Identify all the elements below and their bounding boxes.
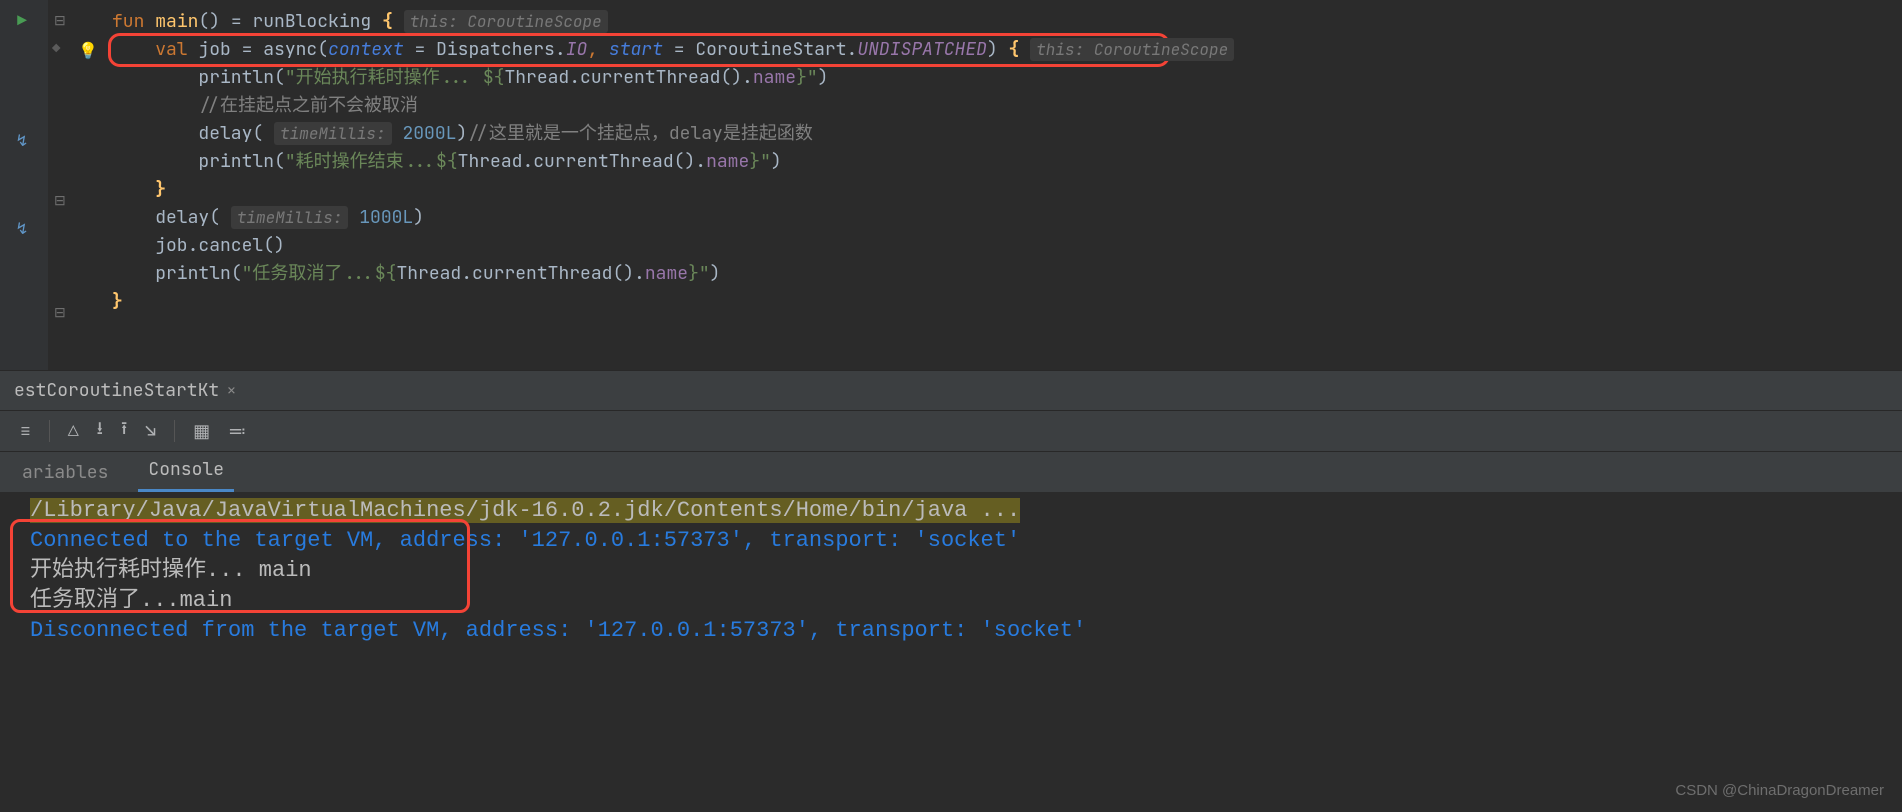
console-line-3: 开始执行耗时操作... main: [30, 556, 1894, 586]
console-subtabs: ariables Console: [0, 452, 1902, 492]
code-line-6: println("耗时操作结束...${Thread.currentThread…: [108, 148, 1902, 176]
console-line-5: Disconnected from the target VM, address…: [30, 616, 1894, 646]
suspend-gutter-icon-2[interactable]: ↯: [12, 218, 32, 239]
code-line-11: }: [108, 288, 1902, 316]
separator-2: [174, 420, 175, 442]
console-tab[interactable]: Console: [138, 450, 234, 492]
run-config-tab[interactable]: estCoroutineStartKt ✕: [4, 373, 246, 408]
code-line-8: delay( timeMillis: 1000L): [108, 204, 1902, 232]
bulb-icon[interactable]: 💡: [78, 40, 98, 61]
settings-icon[interactable]: ≕: [228, 420, 246, 443]
variables-tab[interactable]: ariables: [12, 453, 118, 492]
code-line-4: //在挂起点之前不会被取消: [108, 92, 1902, 120]
run-gutter-icon[interactable]: ▶: [12, 10, 32, 31]
code-line-10: println("任务取消了...${Thread.currentThread(…: [108, 260, 1902, 288]
code-line-5: delay( timeMillis: 2000L)//这里就是一个挂起点，del…: [108, 120, 1902, 148]
up-stack-icon[interactable]: △: [68, 420, 79, 443]
code-line-2: val job = async(context = Dispatchers.IO…: [108, 36, 1902, 64]
code-line-3: println("开始执行耗时操作... ${Thread.currentThr…: [108, 64, 1902, 92]
run-tab-bar: estCoroutineStartKt ✕: [0, 370, 1902, 410]
tab-label: estCoroutineStartKt: [14, 379, 219, 402]
editor: ▶ ↯ ↯ ⊟ ◆ 💡 ⊟ ⊟ fun main() = runBlocking…: [0, 0, 1902, 370]
code-line-1: fun main() = runBlocking { this: Corouti…: [108, 8, 1902, 36]
fold-close-icon[interactable]: ⊟: [54, 192, 66, 210]
hint-scope-2: this: CoroutineScope: [1030, 38, 1234, 61]
console-line-2: Connected to the target VM, address: '12…: [30, 526, 1894, 556]
code-line-9: job.cancel(): [108, 232, 1902, 260]
fold-column: ⊟ ◆ 💡 ⊟ ⊟: [48, 0, 108, 370]
down-icon[interactable]: ⭳: [97, 416, 103, 446]
suspend-gutter-icon[interactable]: ↯: [12, 130, 32, 151]
gutter: ▶ ↯ ↯: [0, 0, 48, 370]
filter-icon[interactable]: ≡: [20, 420, 31, 443]
hint-scope-1: this: CoroutineScope: [404, 10, 608, 33]
step-icon[interactable]: ↘: [145, 420, 156, 443]
separator: [49, 420, 50, 442]
grid-icon[interactable]: ▦: [193, 420, 210, 443]
breakpoint-icon[interactable]: ◆: [52, 40, 60, 58]
up-icon[interactable]: ⭱: [121, 416, 127, 446]
watermark: CSDN @ChinaDragonDreamer: [1675, 776, 1884, 806]
console-output[interactable]: /Library/Java/JavaVirtualMachines/jdk-16…: [0, 492, 1902, 812]
console-line-1: /Library/Java/JavaVirtualMachines/jdk-16…: [30, 496, 1894, 526]
fold-close-icon-2[interactable]: ⊟: [54, 304, 66, 322]
console-line-4: 任务取消了...main: [30, 586, 1894, 616]
fold-icon[interactable]: ⊟: [54, 12, 66, 30]
close-icon[interactable]: ✕: [227, 382, 235, 400]
console-toolbar: ≡ △ ⭳ ⭱ ↘ ▦ ≕: [0, 410, 1902, 452]
code-line-7: }: [108, 176, 1902, 204]
code-area[interactable]: fun main() = runBlocking { this: Corouti…: [108, 0, 1902, 370]
